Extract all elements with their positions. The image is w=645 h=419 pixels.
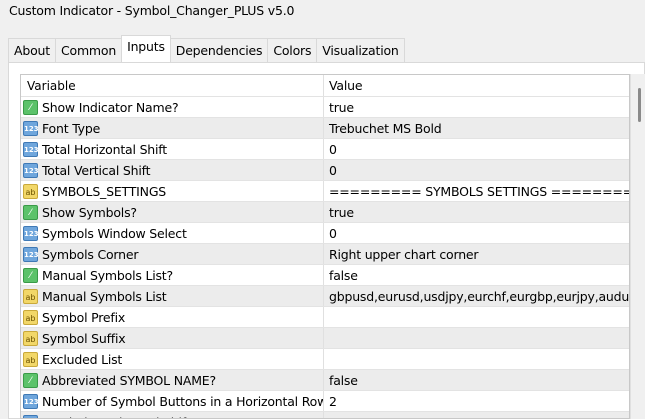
variable-cell: 123 Number of Symbol Buttons in a Horizon… bbox=[21, 391, 324, 411]
number-icon: 123 bbox=[23, 225, 39, 241]
string-icon: ab bbox=[23, 288, 38, 304]
variable-name: Excluded List bbox=[42, 351, 123, 367]
variable-cell: ⁄ Abbreviated SYMBOL NAME? bbox=[21, 370, 324, 390]
window-title: Custom Indicator - Symbol_Changer_PLUS v… bbox=[9, 3, 295, 18]
tab-dependencies[interactable]: Dependencies bbox=[169, 38, 269, 62]
table-row[interactable]: ⁄ Abbreviated SYMBOL NAME? false bbox=[21, 370, 629, 391]
number-icon: 123 bbox=[23, 162, 39, 178]
number-icon: 123 bbox=[23, 120, 39, 136]
value-cell[interactable]: 0 bbox=[324, 139, 629, 159]
value-cell[interactable]: false bbox=[324, 370, 629, 390]
column-header-variable[interactable]: Variable bbox=[21, 75, 324, 96]
table-row[interactable]: ⁄ Show Indicator Name? true bbox=[21, 97, 629, 118]
tab-colors[interactable]: Colors bbox=[267, 38, 318, 62]
table-row[interactable]: ab Excluded List bbox=[21, 349, 629, 370]
variable-cell: 123 Font Type bbox=[21, 118, 324, 138]
table-row[interactable]: ⁄ Show Symbols? true bbox=[21, 202, 629, 223]
variable-cell: 123 Total Vertical Shift bbox=[21, 160, 324, 180]
vertical-scrollbar[interactable] bbox=[630, 74, 645, 419]
variable-name: Total Vertical Shift bbox=[42, 162, 151, 178]
tab-visualization[interactable]: Visualization bbox=[316, 38, 405, 62]
table-row[interactable]: 123 Total Horizontal Shift 0 bbox=[21, 139, 629, 160]
value-cell[interactable]: true bbox=[324, 97, 629, 117]
table-row[interactable]: ab Symbol Prefix bbox=[21, 307, 629, 328]
variable-name: Symbols Horizontal Shift bbox=[42, 412, 191, 419]
value-cell[interactable]: 0 bbox=[324, 223, 629, 243]
tab-common[interactable]: Common bbox=[54, 38, 123, 62]
number-icon: 123 bbox=[23, 141, 39, 157]
number-icon: 123 bbox=[23, 393, 39, 409]
variable-cell: 123 Symbols Window Select bbox=[21, 223, 324, 243]
table-row[interactable]: 123 Total Vertical Shift 0 bbox=[21, 160, 629, 181]
variable-name: Symbols Window Select bbox=[42, 225, 187, 241]
value-cell[interactable] bbox=[324, 328, 629, 348]
variable-cell: ab Symbol Prefix bbox=[21, 307, 324, 327]
variable-name: Manual Symbols List? bbox=[42, 267, 173, 283]
tab-bar: About Common Inputs Dependencies Colors … bbox=[8, 35, 405, 62]
variable-name: Symbol Prefix bbox=[42, 309, 126, 325]
value-cell[interactable]: 1 bbox=[324, 412, 629, 418]
bool-icon: ⁄ bbox=[23, 372, 38, 388]
table-row[interactable]: 123 Number of Symbol Buttons in a Horizon… bbox=[21, 391, 629, 412]
variable-cell: ⁄ Show Symbols? bbox=[21, 202, 324, 222]
column-header-value[interactable]: Value bbox=[324, 75, 629, 96]
tab-about[interactable]: About bbox=[8, 38, 56, 62]
value-cell[interactable]: false bbox=[324, 265, 629, 285]
string-icon: ab bbox=[23, 351, 38, 367]
inputs-table: Variable Value ⁄ Show Indicator Name? true… bbox=[20, 74, 630, 419]
value-cell[interactable] bbox=[324, 307, 629, 327]
value-cell[interactable]: Trebuchet MS Bold bbox=[324, 118, 629, 138]
value-cell[interactable]: Right upper chart corner bbox=[324, 244, 629, 264]
tab-inputs[interactable]: Inputs bbox=[121, 35, 171, 62]
table-row[interactable]: ab Symbol Suffix bbox=[21, 328, 629, 349]
value-cell[interactable]: ========= SYMBOLS SETTINGS ========= bbox=[324, 181, 629, 201]
variable-name: Show Symbols? bbox=[42, 204, 137, 220]
variable-cell: ab Manual Symbols List bbox=[21, 286, 324, 306]
table-row[interactable]: ⁄ Manual Symbols List? false bbox=[21, 265, 629, 286]
table-row[interactable]: 123 Symbols Window Select 0 bbox=[21, 223, 629, 244]
number-icon: 123 bbox=[23, 246, 39, 262]
table-row[interactable]: ab Manual Symbols List gbpusd,eurusd,usdjp… bbox=[21, 286, 629, 307]
value-cell[interactable]: true bbox=[324, 202, 629, 222]
bool-icon: ⁄ bbox=[23, 99, 38, 115]
variable-name: Total Horizontal Shift bbox=[42, 141, 167, 157]
scrollbar-thumb[interactable] bbox=[638, 88, 641, 122]
variable-cell: 123 Total Horizontal Shift bbox=[21, 139, 324, 159]
string-icon: ab bbox=[23, 309, 38, 325]
value-cell[interactable]: 2 bbox=[324, 391, 629, 411]
variable-name: Number of Symbol Buttons in a Horizontal… bbox=[42, 393, 324, 409]
table-row[interactable]: 123 Symbols Horizontal Shift 1 bbox=[21, 412, 629, 419]
variable-cell: ab Symbol Suffix bbox=[21, 328, 324, 348]
table-row[interactable]: ab SYMBOLS_SETTINGS ========= SYMBOLS SETT… bbox=[21, 181, 629, 202]
string-icon: ab bbox=[23, 183, 38, 199]
variable-cell: ⁄ Manual Symbols List? bbox=[21, 265, 324, 285]
variable-cell: ab Excluded List bbox=[21, 349, 324, 369]
table-header: Variable Value bbox=[21, 75, 629, 97]
value-cell[interactable] bbox=[324, 349, 629, 369]
variable-name: Symbols Corner bbox=[42, 246, 139, 262]
variable-cell: 123 Symbols Horizontal Shift bbox=[21, 412, 324, 419]
variable-cell: 123 Symbols Corner bbox=[21, 244, 324, 264]
number-icon: 123 bbox=[23, 414, 38, 418]
variable-cell: ab SYMBOLS_SETTINGS bbox=[21, 181, 324, 201]
table-row[interactable]: 123 Font Type Trebuchet MS Bold bbox=[21, 118, 629, 139]
value-cell[interactable]: gbpusd,eurusd,usdjpy,eurchf,eurgbp,eurjp… bbox=[324, 286, 629, 306]
string-icon: ab bbox=[23, 330, 38, 346]
table-row[interactable]: 123 Symbols Corner Right upper chart corne… bbox=[21, 244, 629, 265]
variable-name: Manual Symbols List bbox=[42, 288, 167, 304]
variable-name: Show Indicator Name? bbox=[42, 99, 179, 115]
bool-icon: ⁄ bbox=[23, 204, 38, 220]
variable-name: Font Type bbox=[42, 120, 101, 136]
variable-name: SYMBOLS_SETTINGS bbox=[42, 183, 167, 199]
variable-name: Abbreviated SYMBOL NAME? bbox=[42, 372, 216, 388]
bool-icon: ⁄ bbox=[23, 267, 38, 283]
value-cell[interactable]: 0 bbox=[324, 160, 629, 180]
variable-name: Symbol Suffix bbox=[42, 330, 126, 346]
variable-cell: ⁄ Show Indicator Name? bbox=[21, 97, 324, 117]
